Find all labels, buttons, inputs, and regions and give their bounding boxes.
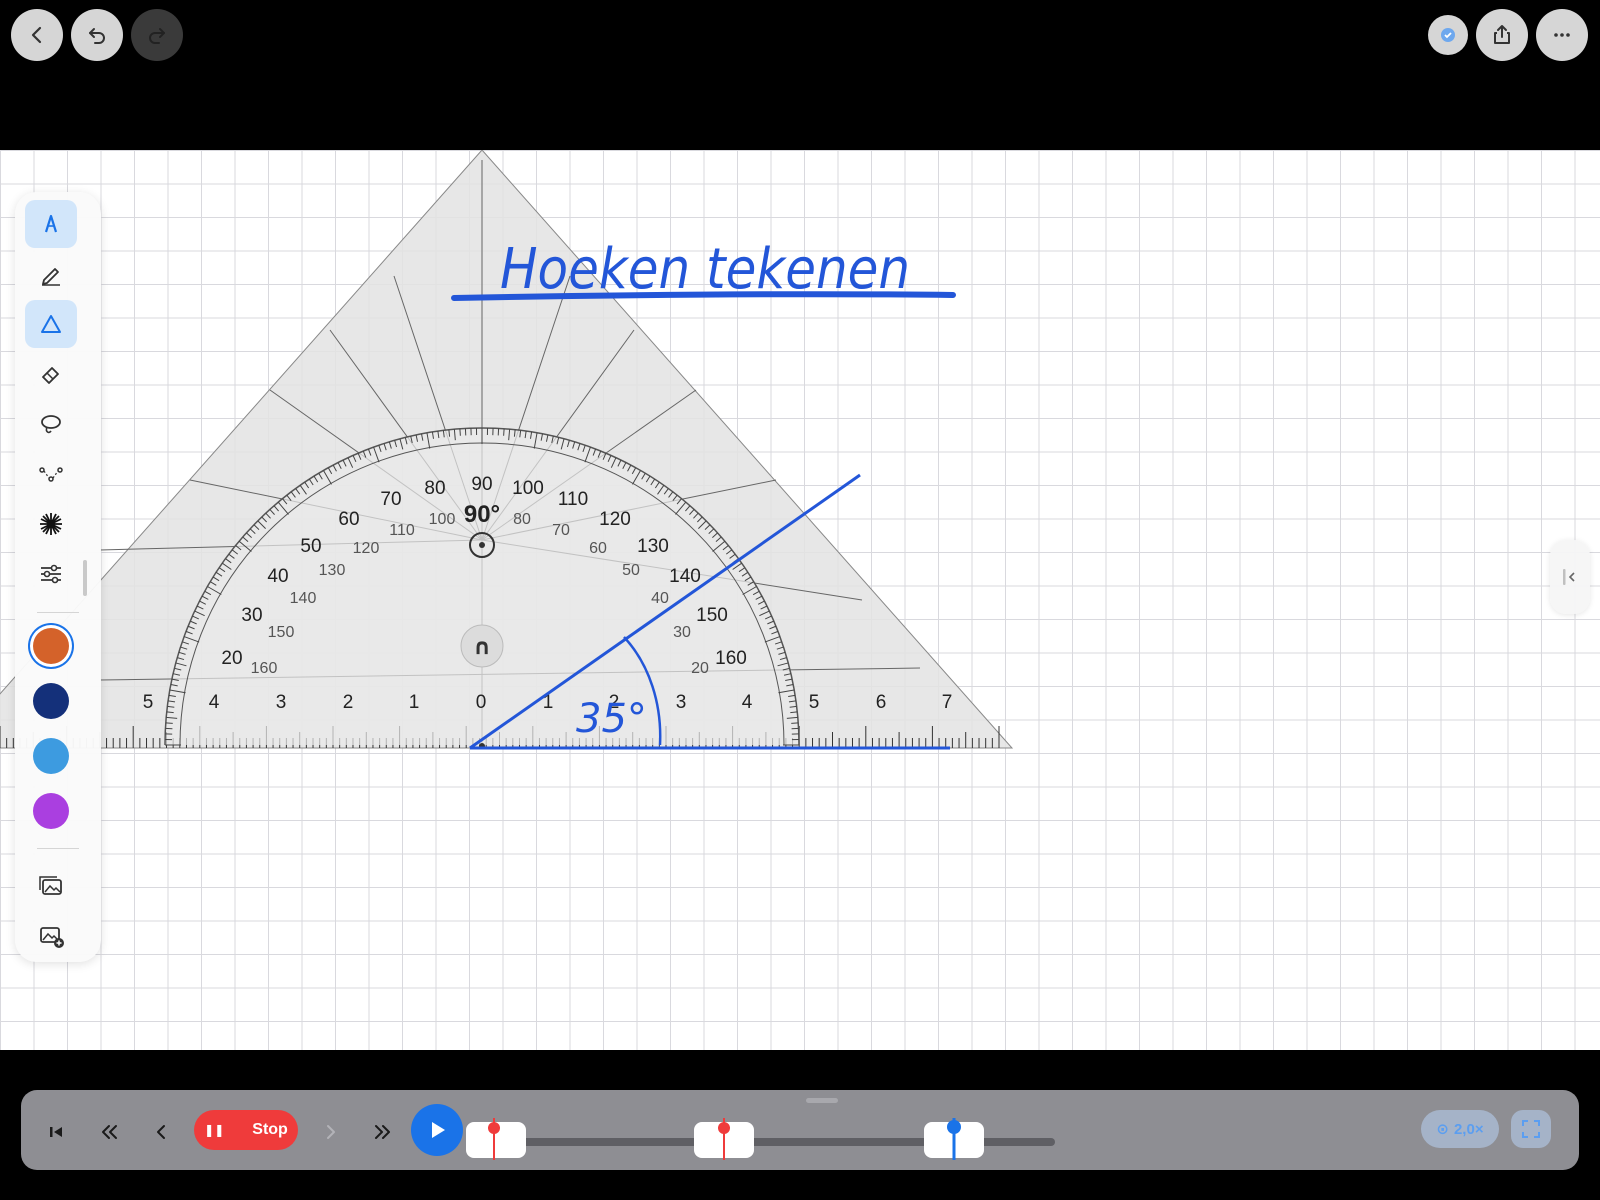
toolbar-divider [37, 848, 79, 849]
svg-text:6: 6 [876, 692, 887, 713]
svg-text:70: 70 [552, 522, 570, 539]
svg-text:40: 40 [267, 566, 288, 587]
lasso-tool[interactable] [25, 400, 77, 448]
svg-text:3: 3 [276, 692, 287, 713]
top-bar [0, 0, 1600, 150]
svg-text:20: 20 [221, 648, 242, 669]
toolbar-scroll-handle[interactable] [83, 560, 87, 596]
laser-icon [40, 513, 62, 535]
svg-text:110: 110 [558, 489, 588, 510]
color-swatch-light-blue[interactable] [33, 738, 69, 774]
shape-icon [41, 315, 61, 333]
pen-tool[interactable] [25, 200, 77, 248]
svg-text:120: 120 [353, 540, 380, 557]
svg-text:100: 100 [429, 511, 456, 528]
svg-text:100: 100 [512, 478, 544, 499]
svg-text:0: 0 [476, 692, 487, 713]
check-badge-icon [1441, 28, 1455, 42]
timeline-markers [488, 1118, 961, 1160]
status-button[interactable] [1428, 15, 1468, 55]
svg-text:1: 1 [409, 692, 420, 713]
svg-text:120: 120 [599, 509, 631, 530]
svg-text:5: 5 [143, 692, 154, 713]
pencil-icon [42, 268, 60, 286]
connector-icon [39, 467, 63, 482]
svg-text:40: 40 [651, 590, 669, 607]
protractor-center-label: 90° [464, 501, 500, 528]
undo-icon [89, 28, 105, 44]
canvas-drawing: ∩ 20 30 40 50 60 70 80 90 100 110 120 13… [0, 150, 1014, 750]
svg-text:50: 50 [622, 562, 640, 579]
svg-text:80: 80 [424, 478, 445, 499]
angle-annotation[interactable]: 35° [576, 696, 647, 742]
playhead[interactable] [947, 1118, 961, 1160]
svg-text:140: 140 [290, 590, 317, 607]
chevron-left-icon [31, 26, 42, 44]
laser-tool[interactable] [25, 500, 77, 548]
ellipsis-icon [1554, 33, 1570, 37]
playback-grabber[interactable] [806, 1098, 838, 1103]
pencil-tool[interactable] [25, 250, 77, 298]
lasso-icon [41, 415, 61, 434]
add-image-button[interactable] [25, 912, 77, 960]
redo-button[interactable] [131, 9, 183, 61]
eraser-tool[interactable] [25, 350, 77, 398]
svg-text:70: 70 [380, 489, 401, 510]
svg-text:60: 60 [338, 509, 359, 530]
image-gallery-button[interactable] [25, 862, 77, 910]
svg-text:110: 110 [389, 522, 415, 539]
svg-text:3: 3 [676, 692, 687, 713]
more-button[interactable] [1536, 9, 1588, 61]
svg-text:7: 7 [942, 692, 953, 713]
svg-text:140: 140 [669, 566, 701, 587]
side-panel-handle[interactable] [1550, 540, 1590, 614]
svg-text:150: 150 [268, 624, 295, 641]
svg-text:150: 150 [696, 605, 728, 626]
color-swatch-purple[interactable] [33, 793, 69, 829]
pause-marker-1[interactable] [488, 1118, 500, 1160]
svg-text:50: 50 [300, 536, 321, 557]
eraser-icon [42, 367, 59, 384]
share-icon [1494, 25, 1510, 44]
pause-marker-2[interactable] [718, 1118, 730, 1160]
color-swatch-navy[interactable] [33, 683, 69, 719]
svg-text:4: 4 [742, 692, 753, 713]
svg-text:130: 130 [319, 562, 346, 579]
app-window: ∩ 20 30 40 50 60 70 80 90 100 110 120 13… [0, 0, 1600, 1200]
svg-text:20: 20 [691, 660, 709, 677]
settings-tool[interactable] [25, 550, 77, 598]
svg-text:2: 2 [343, 692, 354, 713]
pen-icon [44, 214, 58, 233]
shape-tool[interactable] [25, 300, 77, 348]
drawing-canvas[interactable]: ∩ 20 30 40 50 60 70 80 90 100 110 120 13… [0, 150, 1600, 1050]
chevron-left-icon [1563, 569, 1575, 585]
svg-text:4: 4 [209, 692, 220, 713]
redo-icon [149, 28, 165, 44]
svg-text:30: 30 [673, 624, 691, 641]
svg-text:5: 5 [809, 692, 820, 713]
settings-icon [41, 564, 61, 584]
svg-text:30: 30 [241, 605, 262, 626]
magnet-icon: ∩ [473, 635, 491, 660]
tool-palette [15, 192, 101, 962]
svg-text:130: 130 [637, 536, 669, 557]
svg-text:80: 80 [513, 511, 531, 528]
toolbar-divider [37, 612, 79, 613]
back-button[interactable] [11, 9, 63, 61]
image-icon [39, 876, 62, 895]
svg-text:160: 160 [715, 648, 747, 669]
share-button[interactable] [1476, 9, 1528, 61]
svg-text:60: 60 [589, 540, 607, 557]
add-image-icon [40, 927, 64, 948]
svg-text:160: 160 [251, 660, 278, 677]
undo-button[interactable] [71, 9, 123, 61]
color-swatch-orange[interactable] [33, 628, 69, 664]
svg-text:90: 90 [471, 474, 492, 495]
connector-tool[interactable] [25, 450, 77, 498]
